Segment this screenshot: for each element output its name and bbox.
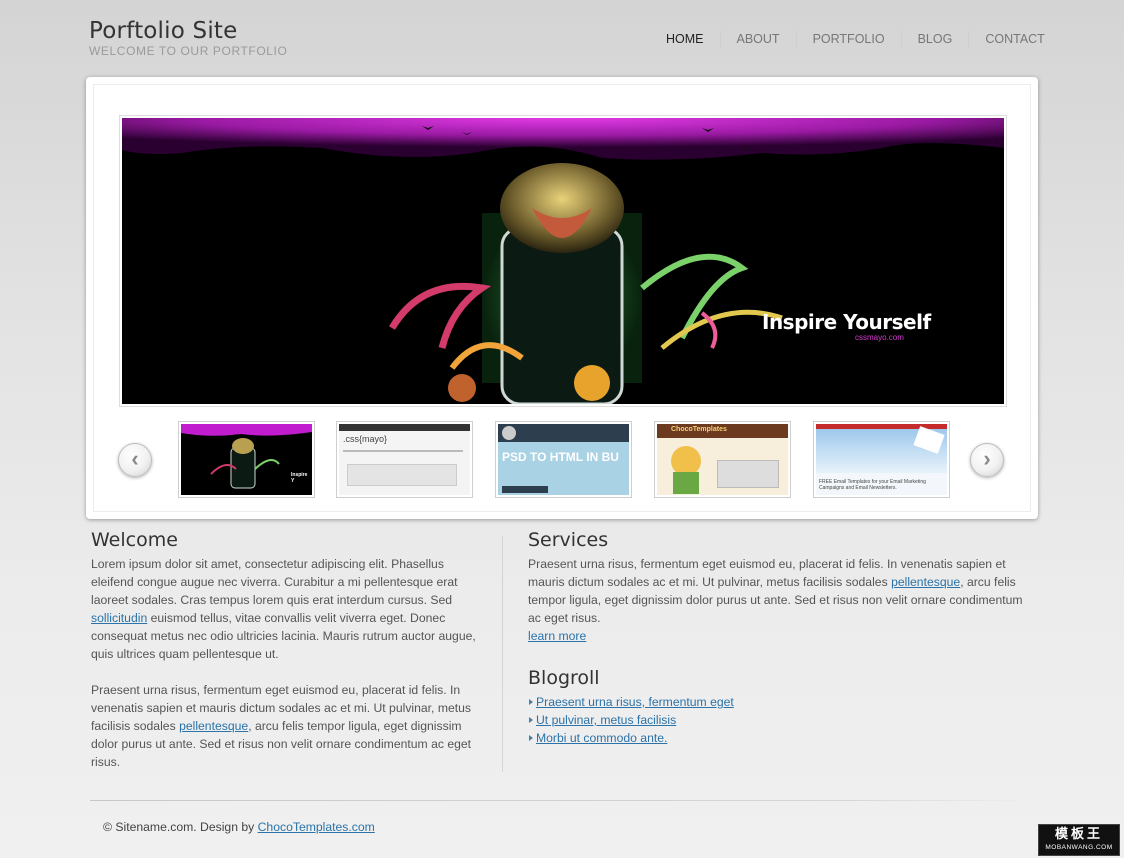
sollicitudin-link[interactable]: sollicitudin <box>91 611 147 625</box>
slider-box: Inspire Yourself cssmayo.com ‹ Inspire Y… <box>86 77 1038 519</box>
nav-home[interactable]: HOME <box>650 31 720 49</box>
services-paragraph: Praesent urna risus, fermentum eget euis… <box>528 555 1036 645</box>
thumb-text: PSD TO HTML IN BU <box>502 450 619 464</box>
footer: © Sitename.com. Design by ChocoTemplates… <box>103 820 375 834</box>
blogroll-list: Praesent urna risus, fermentum eget Ut p… <box>528 693 1036 747</box>
nav-contact[interactable]: CONTACT <box>968 31 1061 49</box>
thumb-text: ChocoTemplates <box>671 426 727 433</box>
thumb-block <box>347 464 457 486</box>
paragraph-text: Lorem ipsum dolor sit amet, consectetur … <box>91 557 458 607</box>
watermark-line-2: MOBANWANG.COM <box>1045 844 1113 851</box>
hero-caption-sub: cssmayo.com <box>855 333 904 342</box>
thumb-text: Inspire Y <box>291 472 308 484</box>
thumb-image: ChocoTemplates <box>657 424 788 495</box>
thumb-logo <box>502 426 516 440</box>
thumb-image: PSD TO HTML IN BU <box>498 424 629 495</box>
footer-text: © Sitename.com. Design by <box>103 820 258 834</box>
column-divider <box>502 536 503 772</box>
thumb-text: FREE Email Templates for your Email Mark… <box>819 479 926 491</box>
chevron-left-icon: ‹ <box>131 446 139 471</box>
slider-thumb-3[interactable]: PSD TO HTML IN BU <box>495 421 632 498</box>
list-item: Praesent urna risus, fermentum eget <box>528 693 1036 711</box>
footer-divider <box>90 800 1034 801</box>
thumb-text: .css{mayo} <box>343 434 388 444</box>
welcome-paragraph-2: Praesent urna risus, fermentum eget euis… <box>91 681 489 771</box>
blogroll-link-3[interactable]: Morbi ut commodo ante. <box>536 731 667 745</box>
hero-caption: Inspire Yourself <box>762 310 931 334</box>
slider-thumb-4[interactable]: ChocoTemplates <box>654 421 791 498</box>
chevron-right-icon: › <box>983 446 991 471</box>
list-item: Morbi ut commodo ante. <box>528 729 1036 747</box>
welcome-title: Welcome <box>91 529 178 551</box>
footer-credit-link[interactable]: ChocoTemplates.com <box>258 820 375 834</box>
nav-portfolio[interactable]: PORTFOLIO <box>795 31 901 49</box>
nav-about[interactable]: ABOUT <box>719 31 796 49</box>
watermark-line-1: 模板王 <box>1054 826 1103 841</box>
nav-blog[interactable]: BLOG <box>900 31 969 49</box>
main-nav: HOME ABOUT PORTFOLIO BLOG CONTACT <box>650 31 1061 49</box>
thumb-image: FREE Email Templates for your Email Mark… <box>816 424 947 495</box>
blogroll-title: Blogroll <box>528 667 600 689</box>
thumb-header <box>498 424 629 442</box>
hero-artwork <box>122 118 1004 404</box>
slider-next-button[interactable]: › <box>970 443 1004 477</box>
learn-more-link[interactable]: learn more <box>528 629 586 643</box>
pellentesque-link[interactable]: pellentesque <box>891 575 960 589</box>
site-title[interactable]: Porftolio Site <box>89 18 237 44</box>
hero-image: Inspire Yourself cssmayo.com <box>122 118 1004 404</box>
site-tagline: WELCOME TO OUR PORTFOLIO <box>89 44 288 58</box>
thumb-preview <box>717 460 779 488</box>
blogroll-section: Blogroll Praesent urna risus, fermentum … <box>528 667 1036 747</box>
services-title: Services <box>528 529 609 551</box>
pellentesque-link[interactable]: pellentesque <box>179 719 248 733</box>
thumb-line <box>343 450 463 452</box>
slider-thumb-1[interactable]: Inspire Y <box>178 421 315 498</box>
blogroll-link-1[interactable]: Praesent urna risus, fermentum eget <box>536 695 734 709</box>
slider-prev-button[interactable]: ‹ <box>118 443 152 477</box>
thumb-mascot-body <box>673 472 699 494</box>
slider-thumb-5[interactable]: FREE Email Templates for your Email Mark… <box>813 421 950 498</box>
hero-slide[interactable]: Inspire Yourself cssmayo.com <box>119 115 1007 407</box>
welcome-paragraph-1: Lorem ipsum dolor sit amet, consectetur … <box>91 555 489 663</box>
services-section: Services Praesent urna risus, fermentum … <box>528 529 1036 747</box>
thumb-artwork <box>181 424 312 489</box>
watermark-badge: 模板王 MOBANWANG.COM <box>1038 824 1120 856</box>
thumb-image: .css{mayo} <box>339 424 470 495</box>
welcome-section: Welcome Lorem ipsum dolor sit amet, cons… <box>91 529 489 789</box>
slider-thumb-2[interactable]: .css{mayo} <box>336 421 473 498</box>
blogroll-link-2[interactable]: Ut pulvinar, metus facilisis <box>536 713 676 727</box>
thumb-image: Inspire Y <box>181 424 312 495</box>
paragraph-text: euismod tellus, vitae convallis velit vi… <box>91 611 476 661</box>
thumb-button <box>502 486 548 493</box>
thumb-topbar <box>339 424 470 431</box>
list-item: Ut pulvinar, metus facilisis <box>528 711 1036 729</box>
